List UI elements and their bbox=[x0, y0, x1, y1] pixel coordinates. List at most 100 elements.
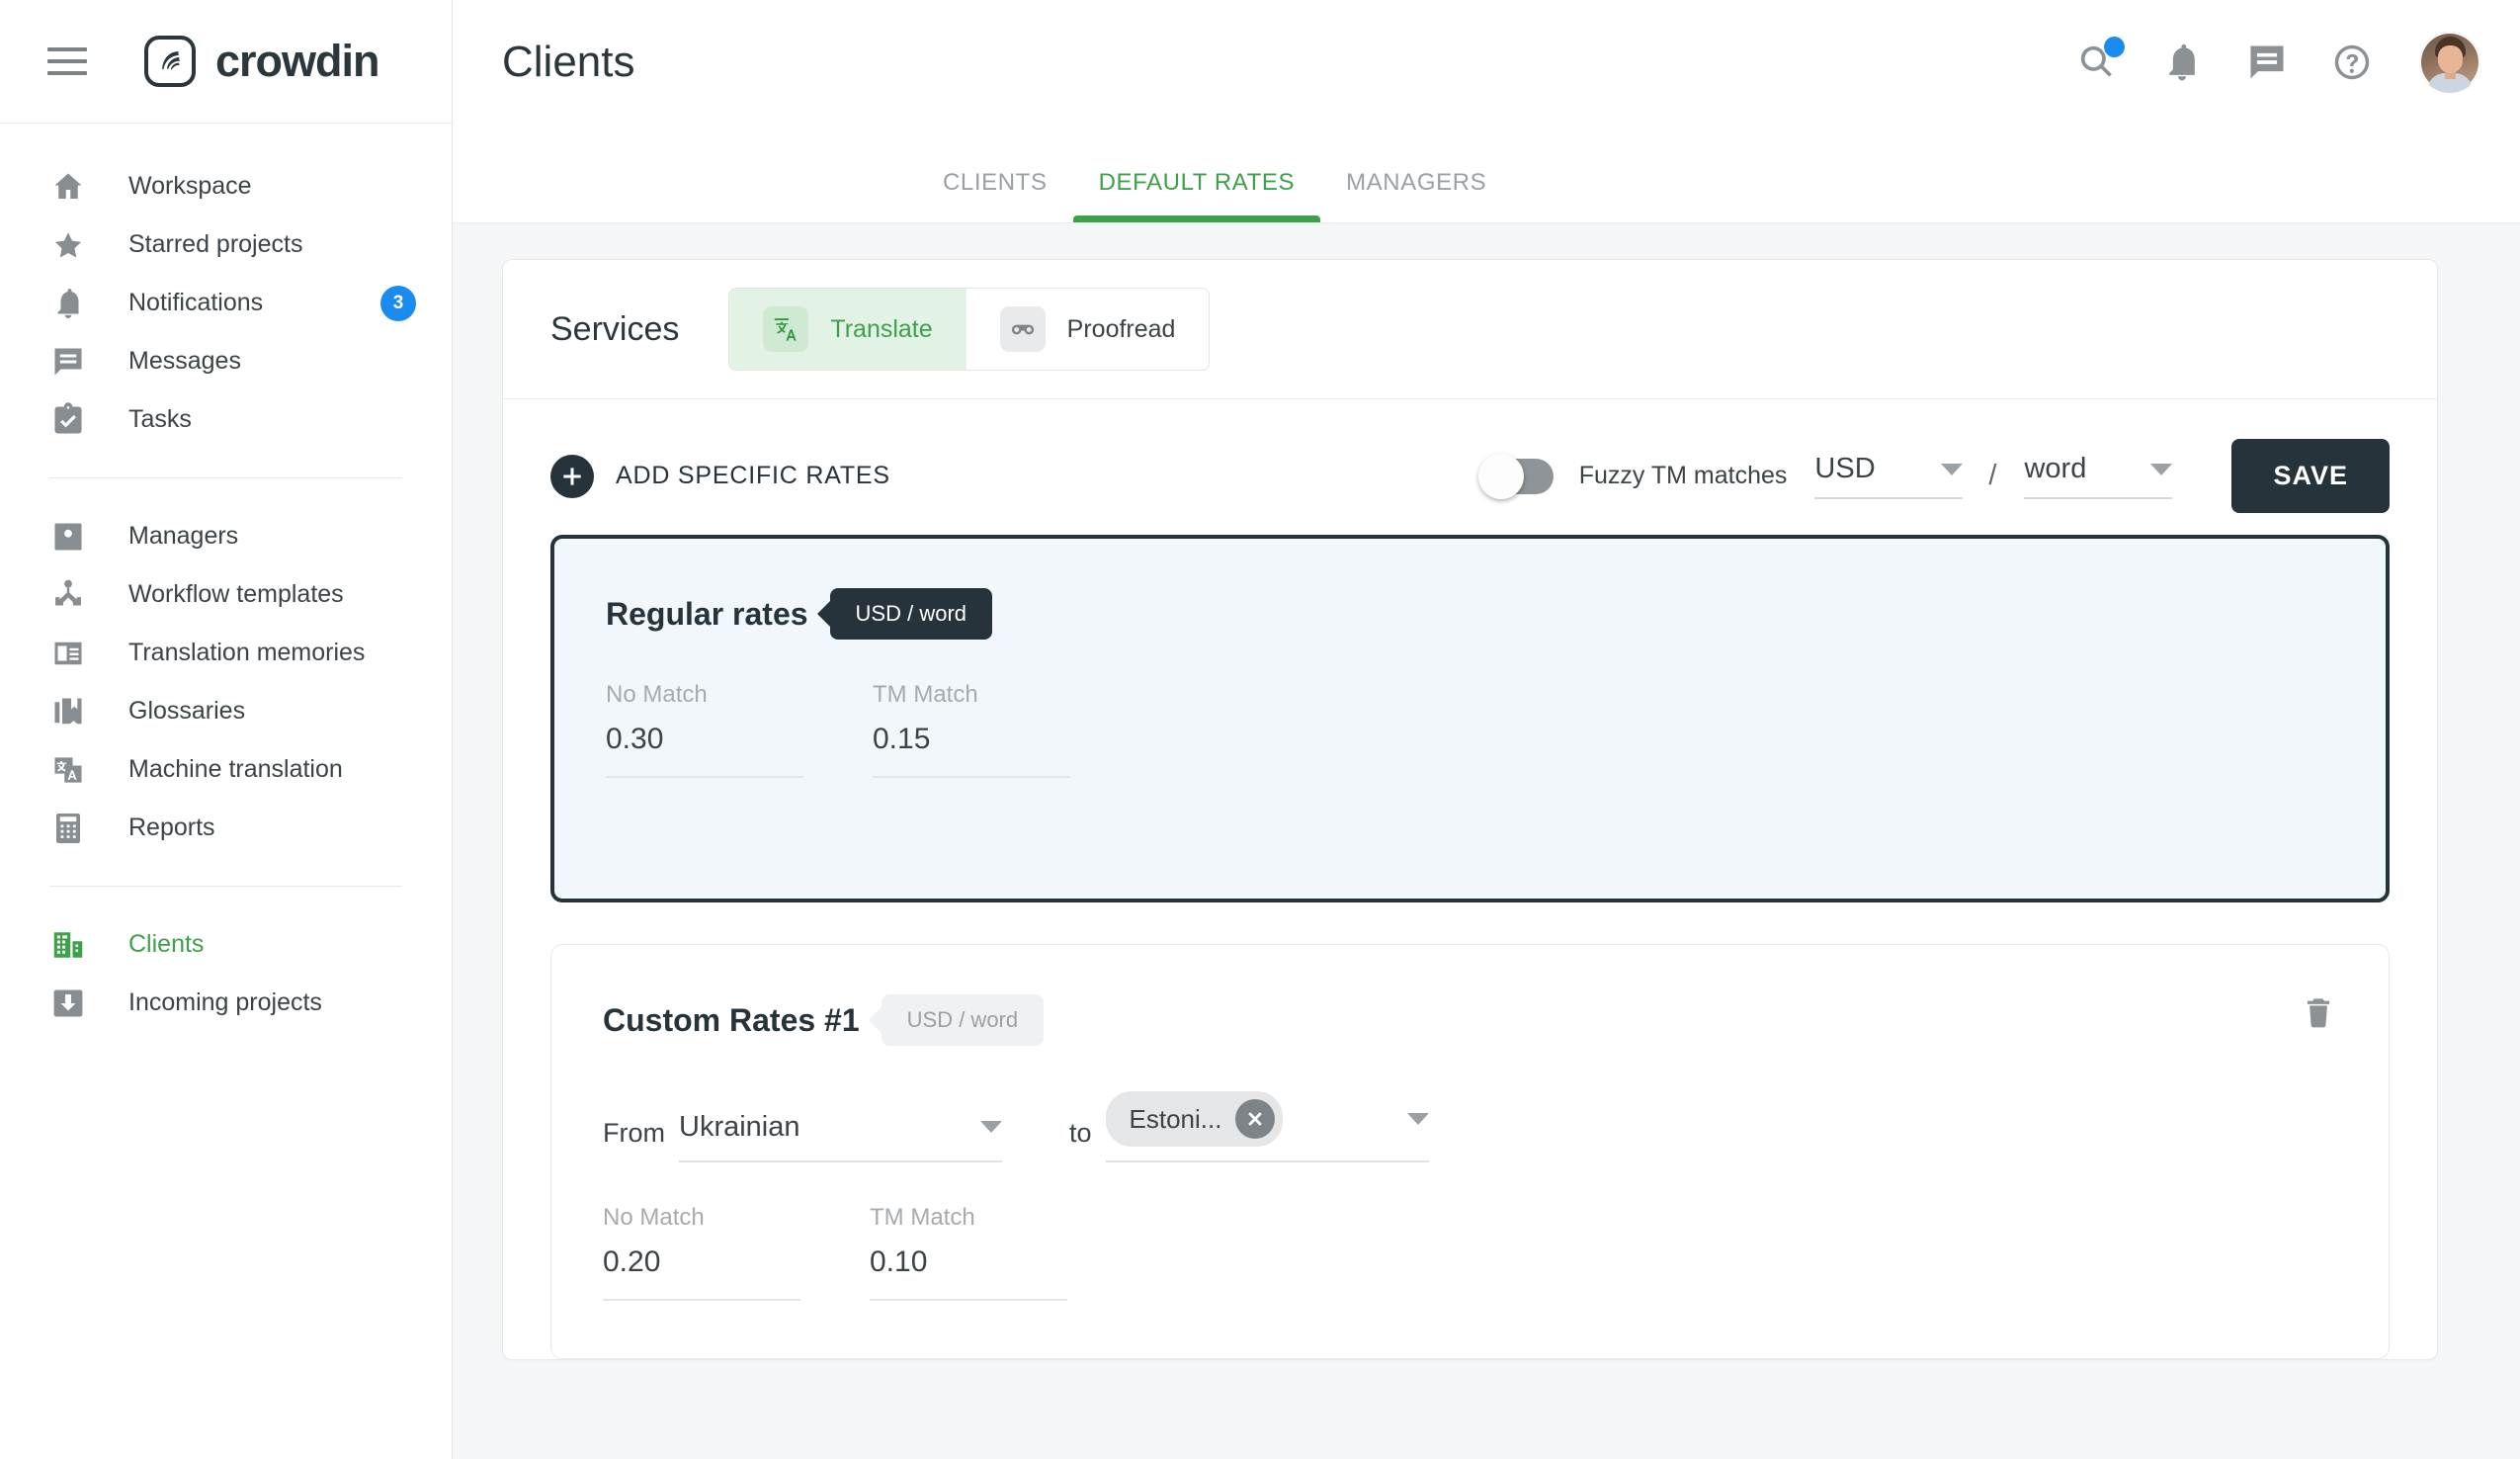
tm-match-field[interactable]: TM Match 0.10 bbox=[870, 1204, 1067, 1301]
no-match-field[interactable]: No Match 0.30 bbox=[606, 681, 803, 778]
tm-match-field[interactable]: TM Match 0.15 bbox=[873, 681, 1070, 778]
sidebar-item-label: Workflow templates bbox=[128, 580, 344, 609]
top-bar-actions bbox=[2071, 32, 2480, 93]
rate-card-custom-1[interactable]: Custom Rates #1 USD / word From Ukrainia… bbox=[550, 944, 2390, 1359]
sidebar-item-managers[interactable]: Managers bbox=[0, 507, 452, 565]
translate-icon bbox=[763, 306, 808, 352]
page-title: Clients bbox=[502, 38, 635, 87]
unit-select[interactable]: word bbox=[2024, 453, 2172, 499]
rate-card-currency-tag: USD / word bbox=[882, 994, 1044, 1046]
tab-bar: CLIENTS DEFAULT RATES MANAGERS bbox=[453, 124, 2520, 223]
service-option-translate[interactable]: Translate bbox=[729, 289, 966, 370]
sidebar-item-label: Notifications bbox=[128, 289, 263, 317]
machine-translation-icon bbox=[49, 751, 87, 789]
chevron-down-icon bbox=[1941, 464, 1963, 475]
sidebar-item-notifications[interactable]: Notifications 3 bbox=[0, 274, 452, 332]
target-language-select[interactable]: Estoni... bbox=[1106, 1091, 1429, 1162]
hamburger-menu-icon[interactable] bbox=[47, 47, 87, 75]
source-language-value: Ukrainian bbox=[679, 1111, 800, 1144]
sidebar-item-label: Tasks bbox=[128, 405, 192, 434]
sidebar-item-label: Messages bbox=[128, 347, 241, 376]
search-icon[interactable] bbox=[2071, 37, 2123, 88]
tm-match-value: 0.15 bbox=[873, 723, 1070, 778]
sidebar-item-clients[interactable]: Clients bbox=[0, 915, 452, 974]
fuzzy-tm-matches-toggle[interactable] bbox=[1482, 459, 1554, 494]
add-specific-rates-label: ADD SPECIFIC RATES bbox=[616, 462, 890, 490]
sidebar-item-translation-memories[interactable]: Translation memories bbox=[0, 624, 452, 682]
rate-card-header: Custom Rates #1 USD / word bbox=[603, 994, 2337, 1046]
sidebar-item-starred-projects[interactable]: Starred projects bbox=[0, 215, 452, 274]
service-option-proofread[interactable]: Proofread bbox=[966, 289, 1210, 370]
clients-building-icon bbox=[49, 926, 87, 964]
bell-icon[interactable] bbox=[2156, 37, 2208, 88]
sidebar-item-label: Starred projects bbox=[128, 230, 302, 259]
rate-card-matches: No Match 0.30 TM Match 0.15 bbox=[606, 681, 2334, 778]
trash-icon[interactable] bbox=[2300, 994, 2337, 1032]
rate-card-regular[interactable]: Regular rates USD / word No Match 0.30 T… bbox=[550, 535, 2390, 902]
from-label: From bbox=[603, 1118, 665, 1162]
no-match-value: 0.20 bbox=[603, 1245, 800, 1301]
sidebar-nav: Workspace Starred projects Notifications… bbox=[0, 124, 452, 1459]
sidebar-item-label: Reports bbox=[128, 814, 215, 842]
chevron-down-icon bbox=[980, 1121, 1002, 1133]
tab-default-rates[interactable]: DEFAULT RATES bbox=[1073, 169, 1321, 222]
tm-match-value: 0.10 bbox=[870, 1245, 1067, 1301]
sidebar-item-label: Managers bbox=[128, 522, 238, 551]
chevron-down-icon bbox=[2150, 464, 2172, 475]
tm-match-label: TM Match bbox=[873, 681, 1070, 709]
rate-card-currency-tag: USD / word bbox=[830, 588, 992, 640]
toggle-knob bbox=[1478, 454, 1524, 499]
sidebar-item-label: Glossaries bbox=[128, 697, 245, 726]
add-specific-rates-button[interactable]: ADD SPECIFIC RATES bbox=[550, 455, 890, 498]
no-match-field[interactable]: No Match 0.20 bbox=[603, 1204, 800, 1301]
avatar[interactable] bbox=[2419, 32, 2480, 93]
save-button[interactable]: SAVE bbox=[2231, 439, 2390, 513]
sidebar-item-label: Workspace bbox=[128, 172, 252, 201]
sidebar-item-workflow-templates[interactable]: Workflow templates bbox=[0, 565, 452, 624]
default-rates-card: Services Translate Proofread bbox=[502, 259, 2438, 1360]
services-segmented-control: Translate Proofread bbox=[728, 288, 1210, 371]
service-option-label: Translate bbox=[830, 315, 932, 344]
source-language-select[interactable]: Ukrainian bbox=[679, 1107, 1002, 1162]
message-icon[interactable] bbox=[2241, 37, 2293, 88]
close-icon[interactable] bbox=[1235, 1099, 1275, 1139]
glossaries-book-icon bbox=[49, 693, 87, 730]
crowdin-logo[interactable]: crowdin bbox=[144, 36, 379, 87]
workflow-icon bbox=[49, 576, 87, 614]
tab-clients[interactable]: CLIENTS bbox=[917, 169, 1073, 222]
currency-select-value: USD bbox=[1814, 453, 1875, 485]
currency-unit-separator: / bbox=[1988, 460, 1996, 492]
tm-match-label: TM Match bbox=[870, 1204, 1067, 1232]
fuzzy-tm-matches-label: Fuzzy TM matches bbox=[1579, 462, 1788, 490]
rate-cards-list: Regular rates USD / word No Match 0.30 T… bbox=[503, 535, 2437, 1359]
crowdin-logo-icon bbox=[144, 36, 196, 87]
sidebar-item-glossaries[interactable]: Glossaries bbox=[0, 682, 452, 740]
rates-toolbar-right: Fuzzy TM matches USD / word SAVE bbox=[1482, 439, 2390, 513]
home-icon bbox=[49, 168, 87, 206]
tasks-clipboard-icon bbox=[49, 401, 87, 439]
notifications-count-badge: 3 bbox=[380, 286, 416, 321]
help-question-icon[interactable] bbox=[2326, 37, 2378, 88]
sidebar-item-incoming-projects[interactable]: Incoming projects bbox=[0, 974, 452, 1032]
sidebar-item-messages[interactable]: Messages bbox=[0, 332, 452, 390]
chevron-down-icon bbox=[1407, 1113, 1429, 1125]
service-option-label: Proofread bbox=[1067, 315, 1176, 344]
services-row: Services Translate Proofread bbox=[503, 260, 2437, 399]
target-language-chip: Estoni... bbox=[1106, 1091, 1284, 1147]
translation-memory-icon bbox=[49, 635, 87, 672]
star-icon bbox=[49, 226, 87, 264]
currency-select[interactable]: USD bbox=[1814, 453, 1963, 499]
rate-card-title: Regular rates bbox=[606, 596, 808, 633]
unit-select-value: word bbox=[2024, 453, 2086, 485]
person-card-icon bbox=[49, 518, 87, 556]
tab-managers[interactable]: MANAGERS bbox=[1320, 169, 1512, 222]
target-language-chip-label: Estoni... bbox=[1130, 1104, 1222, 1135]
notification-dot bbox=[2104, 37, 2125, 57]
services-label: Services bbox=[550, 310, 679, 349]
sidebar-item-reports[interactable]: Reports bbox=[0, 799, 452, 857]
sidebar-brand-bar: crowdin bbox=[0, 0, 452, 124]
no-match-value: 0.30 bbox=[606, 723, 803, 778]
sidebar-item-machine-translation[interactable]: Machine translation bbox=[0, 740, 452, 799]
sidebar-item-workspace[interactable]: Workspace bbox=[0, 157, 452, 215]
sidebar-item-tasks[interactable]: Tasks bbox=[0, 390, 452, 449]
